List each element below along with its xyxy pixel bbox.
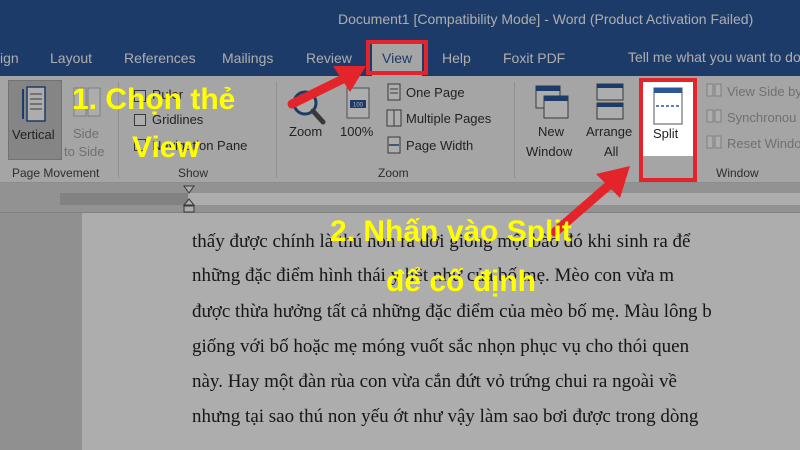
step2-annotation-line2: để cố định	[386, 265, 536, 298]
step1-annotation-line2: View	[132, 131, 200, 164]
step1-annotation-line1: 1. Chọn thẻ	[72, 83, 236, 116]
step2-annotation-line1: 2. Nhấn vào Split	[330, 215, 572, 248]
arrow-to-view-tab-icon	[287, 66, 366, 109]
